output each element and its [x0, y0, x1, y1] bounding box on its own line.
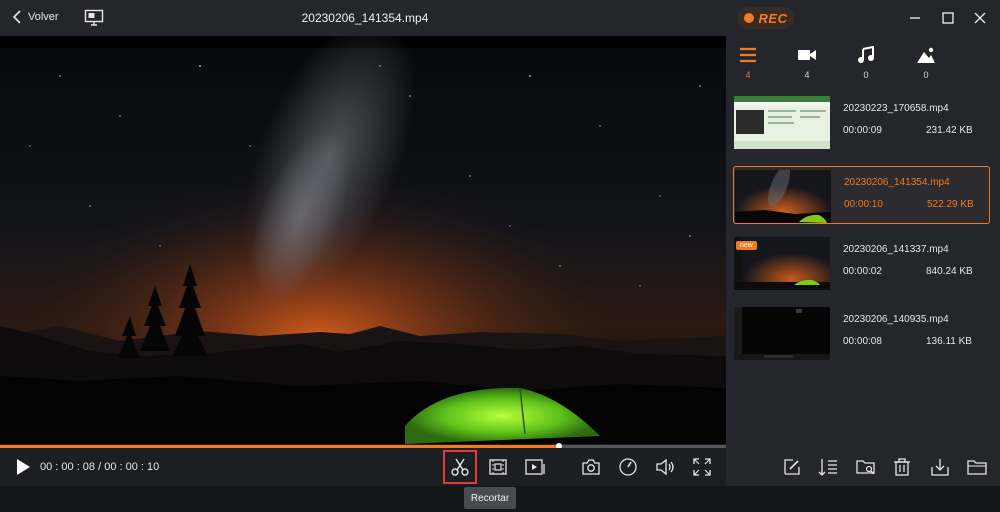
open-folder-button[interactable]: [855, 456, 877, 478]
item-duration: 00:00:02: [843, 266, 882, 277]
speedometer-icon: [619, 458, 637, 476]
edit-icon: [784, 459, 800, 475]
preview-button[interactable]: [524, 456, 546, 478]
music-note-icon: [858, 46, 874, 63]
export-button[interactable]: [929, 456, 951, 478]
media-tabs: 4 4 0 0: [726, 36, 1000, 86]
list-item[interactable]: 20230206_141354.mp4 00:00:10 522.29 KB: [733, 166, 990, 224]
folder-search-icon: [856, 460, 875, 475]
file-title: 20230206_141354.mp4: [301, 11, 429, 25]
video-camera-icon: [798, 50, 816, 60]
tab-video[interactable]: 4: [787, 46, 827, 80]
sort-button[interactable]: [817, 456, 839, 478]
item-name: 20230206_140935.mp4: [843, 314, 949, 325]
new-badge: new: [736, 241, 757, 250]
rec-button[interactable]: REC: [737, 7, 794, 29]
title-bar: Volver 20230206_141354.mp4 REC: [0, 0, 1000, 36]
folder-icon: [967, 460, 987, 475]
tab-audio[interactable]: 0: [846, 46, 886, 80]
screenshot-button[interactable]: [580, 456, 602, 478]
fullscreen-button[interactable]: [691, 456, 713, 478]
close-icon[interactable]: [972, 10, 988, 26]
camera-icon: [582, 459, 600, 475]
player-controls: 00 : 00 : 08 / 00 : 00 : 10: [0, 448, 726, 486]
item-size: 840.24 KB: [926, 266, 973, 277]
list-icon: [740, 47, 756, 63]
thumbnail: [734, 96, 830, 149]
thumbnail: [735, 170, 831, 223]
tab-image[interactable]: 0: [906, 46, 946, 80]
panel-toolbar: [726, 448, 1000, 486]
frame-crop-icon: [489, 459, 507, 475]
item-name: 20230206_141354.mp4: [844, 177, 950, 188]
video-frame: [0, 36, 726, 444]
item-name: 20230223_170658.mp4: [843, 103, 949, 114]
list-item[interactable]: 20230206_140935.mp4 00:00:08 136.11 KB: [733, 304, 990, 362]
list-item[interactable]: new 20230206_141337.mp4 00:00:02 840.24 …: [733, 234, 990, 292]
item-name: 20230206_141337.mp4: [843, 244, 949, 255]
folder-button[interactable]: [966, 456, 988, 478]
play-icon[interactable]: [14, 458, 32, 476]
image-icon: [917, 47, 935, 63]
item-size: 231.42 KB: [926, 125, 973, 136]
scissors-icon: [451, 458, 469, 476]
minimize-icon[interactable]: [907, 10, 923, 26]
tab-video-count: 4: [804, 70, 810, 80]
item-size: 136.11 KB: [926, 336, 972, 347]
download-tray-icon: [931, 459, 949, 476]
speaker-icon: [656, 458, 674, 476]
item-size: 522.29 KB: [927, 199, 974, 210]
timecode: 00 : 00 : 08 / 00 : 00 : 10: [40, 461, 160, 473]
tab-all-count: 4: [745, 70, 751, 80]
record-dot-icon: [743, 13, 754, 23]
maximize-icon[interactable]: [940, 10, 956, 26]
thumbnail: new: [734, 237, 830, 290]
speed-button[interactable]: [617, 456, 639, 478]
tab-image-count: 0: [923, 70, 929, 80]
recordings-panel: 4 4 0 0 20230223_170658.mp4 00:00:09 231…: [726, 36, 1000, 486]
item-duration: 00:00:09: [843, 125, 882, 136]
trash-icon: [894, 458, 910, 476]
trim-tooltip: Recortar: [464, 487, 516, 509]
item-duration: 00:00:10: [844, 199, 883, 210]
video-player[interactable]: [0, 36, 726, 444]
delete-button[interactable]: [891, 456, 913, 478]
list-item[interactable]: 20230223_170658.mp4 00:00:09 231.42 KB: [733, 93, 990, 151]
rec-label: REC: [758, 10, 788, 26]
item-duration: 00:00:08: [843, 336, 882, 347]
crop-button[interactable]: [487, 456, 509, 478]
tab-audio-count: 0: [863, 70, 869, 80]
trim-button[interactable]: [443, 450, 477, 484]
sort-icon: [818, 459, 837, 476]
fullscreen-icon: [693, 458, 711, 476]
video-play-icon: [525, 459, 545, 475]
tab-all[interactable]: 4: [728, 46, 768, 80]
volume-button[interactable]: [654, 456, 676, 478]
thumbnail: [734, 307, 830, 360]
edit-button[interactable]: [781, 456, 803, 478]
